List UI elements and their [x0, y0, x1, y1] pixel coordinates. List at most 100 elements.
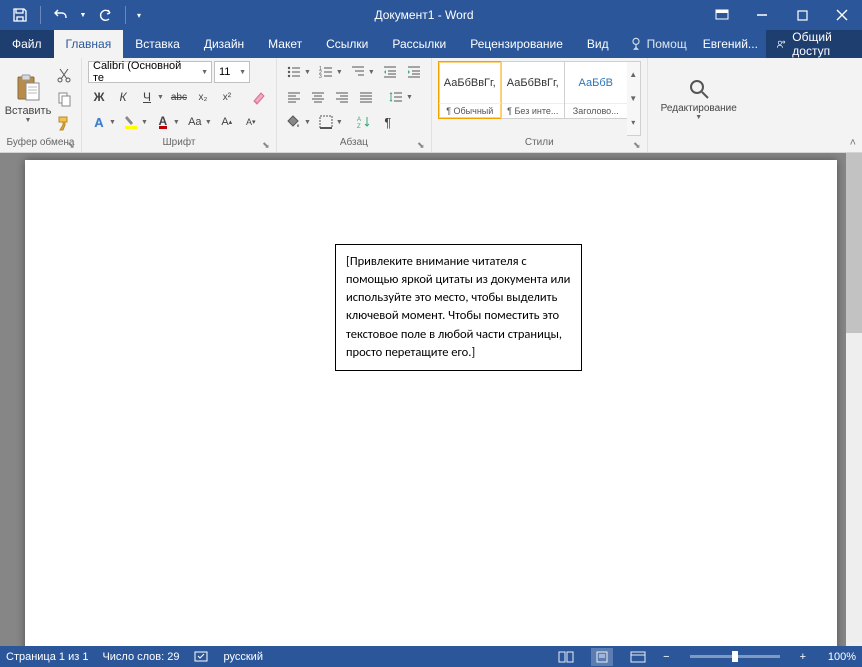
clipboard-launcher[interactable]: ⬊	[65, 139, 77, 151]
svg-text:Z: Z	[357, 124, 361, 130]
print-layout-button[interactable]	[591, 648, 613, 666]
justify-button[interactable]	[355, 86, 377, 108]
zoom-in-button[interactable]: +	[800, 651, 806, 663]
cut-button[interactable]	[53, 64, 75, 86]
grow-font-button[interactable]: A▴	[216, 111, 238, 133]
ribbon: Вставить ▼ Буфер обмена⬊ Calibri (Основн…	[0, 58, 862, 153]
svg-text:3: 3	[319, 74, 322, 80]
user-account[interactable]: Евгений...	[695, 30, 766, 58]
text-effects-button[interactable]: A	[88, 111, 110, 133]
minimize-button[interactable]	[742, 0, 782, 30]
ribbon-display-options[interactable]	[702, 0, 742, 30]
undo-button[interactable]	[47, 1, 75, 29]
tab-layout[interactable]: Макет	[256, 30, 314, 58]
chevron-down-icon: ▼	[25, 117, 32, 124]
strikethrough-button[interactable]: abc	[168, 86, 190, 108]
zoom-slider[interactable]	[690, 655, 780, 658]
format-painter-button[interactable]	[53, 112, 75, 134]
text-box[interactable]: [Привлеките внимание читателя с помощью …	[335, 244, 582, 371]
borders-button[interactable]	[315, 111, 337, 133]
zoom-out-button[interactable]: −	[663, 651, 669, 663]
page-indicator[interactable]: Страница 1 из 1	[6, 651, 88, 663]
qat-customize[interactable]: ▾	[132, 1, 146, 29]
paste-label: Вставить	[5, 105, 52, 117]
style-normal[interactable]: АаБбВвГг, ¶ Обычный	[438, 61, 502, 119]
page[interactable]: [Привлеките внимание читателя с помощью …	[25, 160, 837, 646]
font-color-button[interactable]: A	[152, 111, 174, 133]
undo-dropdown[interactable]: ▼	[77, 1, 89, 29]
zoom-slider-thumb[interactable]	[732, 651, 738, 662]
styles-launcher[interactable]: ⬊	[631, 139, 643, 151]
styles-gallery-scroll: ▲ ▼ ▾	[627, 61, 641, 136]
highlight-button[interactable]	[120, 111, 142, 133]
tell-me-label: Помощ	[647, 37, 687, 51]
underline-button[interactable]: Ч	[136, 86, 158, 108]
style-heading1[interactable]: АаБбВ Заголово...	[564, 61, 628, 119]
font-name-combo[interactable]: Calibri (Основной те▼	[88, 61, 212, 83]
close-button[interactable]	[822, 0, 862, 30]
collapse-ribbon-button[interactable]: ˄	[850, 137, 856, 149]
italic-button[interactable]: К	[112, 86, 134, 108]
paragraph-launcher[interactable]: ⬊	[415, 139, 427, 151]
save-button[interactable]	[6, 1, 34, 29]
tab-home[interactable]: Главная	[54, 30, 124, 58]
vertical-scrollbar[interactable]	[846, 153, 862, 646]
read-mode-button[interactable]	[555, 648, 577, 666]
shrink-font-button[interactable]: A▾	[240, 111, 262, 133]
increase-indent-button[interactable]	[403, 61, 425, 83]
paste-button[interactable]: Вставить ▼	[6, 61, 50, 136]
word-count[interactable]: Число слов: 29	[102, 651, 179, 663]
multilevel-list-button[interactable]	[347, 61, 369, 83]
styles-down[interactable]: ▼	[627, 86, 640, 110]
align-center-button[interactable]	[307, 86, 329, 108]
quick-access-toolbar: ▼ ▾	[0, 1, 146, 29]
group-paragraph-label: Абзац	[340, 137, 368, 148]
clear-formatting-button[interactable]	[248, 86, 270, 108]
maximize-button[interactable]	[782, 0, 822, 30]
copy-button[interactable]	[53, 88, 75, 110]
window-controls	[702, 0, 862, 30]
styles-expand[interactable]: ▾	[627, 111, 640, 135]
group-clipboard: Вставить ▼ Буфер обмена⬊	[0, 58, 82, 152]
redo-button[interactable]	[91, 1, 119, 29]
ribbon-tabs: Файл Главная Вставка Дизайн Макет Ссылки…	[0, 30, 862, 58]
tab-insert[interactable]: Вставка	[123, 30, 192, 58]
bold-button[interactable]: Ж	[88, 86, 110, 108]
tab-references[interactable]: Ссылки	[314, 30, 380, 58]
scrollbar-thumb[interactable]	[846, 153, 862, 333]
title-bar: ▼ ▾ Документ1 - Word	[0, 0, 862, 30]
web-layout-button[interactable]	[627, 648, 649, 666]
editing-button[interactable]: Редактирование ▼	[654, 61, 744, 136]
tab-design[interactable]: Дизайн	[192, 30, 256, 58]
group-styles-label: Стили	[525, 137, 554, 148]
font-launcher[interactable]: ⬊	[260, 139, 272, 151]
tab-mailings[interactable]: Рассылки	[380, 30, 458, 58]
superscript-button[interactable]: x²	[216, 86, 238, 108]
chevron-down-icon: ▼	[695, 114, 702, 121]
bullets-button[interactable]	[283, 61, 305, 83]
status-bar: Страница 1 из 1 Число слов: 29 русский −…	[0, 646, 862, 667]
share-button[interactable]: Общий доступ	[766, 30, 862, 58]
tab-view[interactable]: Вид	[575, 30, 621, 58]
numbering-button[interactable]: 123	[315, 61, 337, 83]
style-no-spacing[interactable]: АаБбВвГг, ¶ Без инте...	[501, 61, 565, 119]
tab-review[interactable]: Рецензирование	[458, 30, 575, 58]
line-spacing-button[interactable]	[385, 86, 407, 108]
sort-button[interactable]: AZ	[353, 111, 375, 133]
tell-me-search[interactable]: Помощ	[621, 30, 695, 58]
decrease-indent-button[interactable]	[379, 61, 401, 83]
change-case-button[interactable]: Aa	[184, 111, 206, 133]
font-size-combo[interactable]: 11▼	[214, 61, 250, 83]
styles-up[interactable]: ▲	[627, 62, 640, 86]
show-marks-button[interactable]: ¶	[377, 111, 399, 133]
subscript-button[interactable]: x₂	[192, 86, 214, 108]
align-left-button[interactable]	[283, 86, 305, 108]
svg-text:A: A	[357, 117, 361, 123]
tab-file[interactable]: Файл	[0, 30, 54, 58]
align-right-button[interactable]	[331, 86, 353, 108]
language-indicator[interactable]: русский	[224, 651, 263, 663]
window-title: Документ1 - Word	[146, 8, 702, 22]
zoom-level[interactable]: 100%	[820, 651, 856, 663]
proofing-icon[interactable]	[194, 650, 210, 664]
shading-button[interactable]	[283, 111, 305, 133]
